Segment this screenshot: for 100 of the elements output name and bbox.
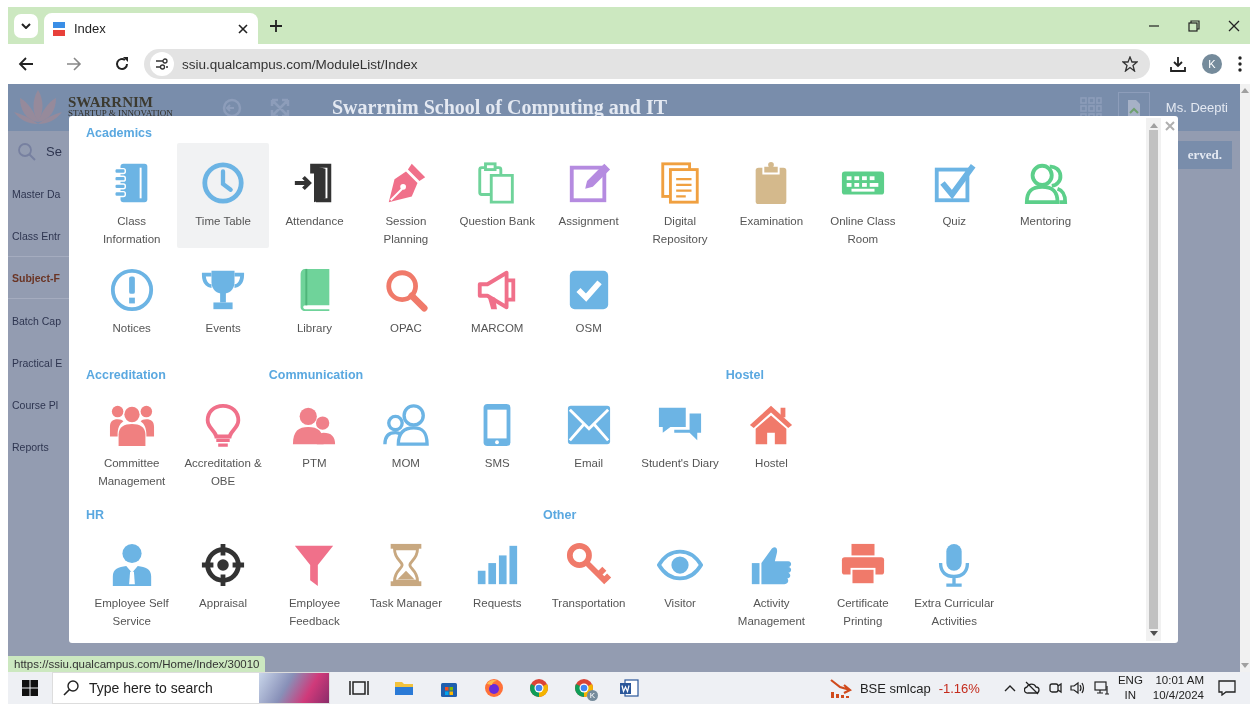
users-outline-icon bbox=[382, 402, 429, 448]
module-link[interactable]: Requests bbox=[451, 525, 543, 630]
cloud-off-icon[interactable] bbox=[1023, 681, 1040, 695]
language-indicator[interactable]: ENG bbox=[1117, 673, 1143, 688]
star-icon[interactable] bbox=[1122, 56, 1138, 72]
taskbar-search-field[interactable]: Type here to search bbox=[52, 672, 330, 704]
module-link[interactable]: Task Manager bbox=[360, 525, 452, 630]
tab-title: Index bbox=[74, 21, 107, 36]
sidebar-link[interactable]: Course Pl bbox=[8, 383, 69, 425]
sidebar-link[interactable]: Reports bbox=[8, 425, 69, 467]
module-link[interactable]: Assignment bbox=[542, 143, 635, 248]
profile-avatar[interactable]: K bbox=[1202, 54, 1222, 74]
favicon-icon bbox=[52, 20, 66, 37]
chrome-icon[interactable] bbox=[573, 678, 594, 698]
clock-time[interactable]: 10:01 AM bbox=[1155, 673, 1204, 688]
module-link[interactable]: Email bbox=[542, 385, 635, 485]
module-link[interactable]: Accreditation & OBE bbox=[177, 385, 269, 490]
module-link[interactable]: Employee Feedback bbox=[268, 525, 361, 630]
scroll-down-icon[interactable] bbox=[1149, 631, 1158, 637]
section-heading: Academics bbox=[86, 125, 153, 141]
site-settings-icon[interactable] bbox=[155, 58, 169, 70]
reload-icon[interactable] bbox=[114, 56, 130, 72]
module-link[interactable]: OSM bbox=[542, 250, 635, 350]
module-link[interactable]: Transportation bbox=[542, 525, 635, 630]
section-heading: Hostel bbox=[725, 367, 765, 383]
module-link[interactable]: Visitor bbox=[634, 525, 726, 630]
sidebar-link[interactable]: Master Da bbox=[8, 172, 69, 214]
module-link[interactable]: Time Table bbox=[177, 143, 269, 248]
trend-down-icon[interactable] bbox=[829, 678, 852, 698]
module-link[interactable]: MOM bbox=[360, 385, 452, 485]
module-link[interactable]: Certificate Printing bbox=[817, 525, 909, 630]
module-link[interactable]: Notices bbox=[86, 250, 178, 350]
more-menu-icon[interactable] bbox=[1238, 56, 1242, 72]
module-link[interactable]: Mentoring bbox=[999, 143, 1092, 248]
module-link[interactable]: Hostel bbox=[725, 385, 818, 485]
module-link[interactable]: Library bbox=[268, 250, 361, 350]
module-link[interactable]: Question Bank bbox=[451, 143, 543, 248]
chevron-up-icon[interactable] bbox=[1003, 684, 1016, 692]
back-circle-icon[interactable] bbox=[222, 97, 242, 118]
back-icon[interactable] bbox=[18, 56, 34, 72]
module-link[interactable]: Digital Repository bbox=[634, 143, 726, 248]
module-link[interactable]: Extra Curricular Activities bbox=[908, 525, 1000, 630]
caret-icon bbox=[21, 22, 31, 29]
module-link[interactable]: PTM bbox=[268, 385, 361, 485]
download-icon[interactable] bbox=[1170, 56, 1186, 72]
module-link[interactable]: Quiz bbox=[908, 143, 1000, 248]
module-link[interactable]: Committee Management bbox=[86, 385, 178, 490]
module-link[interactable]: Class Information bbox=[86, 143, 178, 248]
scrollbar[interactable] bbox=[1146, 118, 1161, 641]
apps-grid-icon[interactable] bbox=[1079, 96, 1102, 119]
module-link[interactable]: Examination bbox=[725, 143, 818, 248]
forward-icon[interactable] bbox=[66, 56, 82, 72]
clock-date[interactable]: 10/4/2024 bbox=[1152, 688, 1204, 703]
expand-icon[interactable] bbox=[270, 97, 290, 118]
windows-start-icon[interactable] bbox=[22, 680, 38, 696]
sidebar-link[interactable]: Batch Cap bbox=[8, 299, 69, 341]
address-bar[interactable]: ssiu.qualcampus.com/ModuleList/Index bbox=[144, 49, 1150, 79]
clock-icon bbox=[200, 160, 247, 206]
browser-tab[interactable]: Index bbox=[44, 13, 258, 44]
close-icon[interactable] bbox=[1228, 19, 1240, 32]
profile-badge: K bbox=[587, 690, 598, 701]
ticker-change: -1.16% bbox=[938, 680, 980, 696]
sidebar-link[interactable]: Practical E bbox=[8, 341, 69, 383]
network-icon[interactable] bbox=[1093, 681, 1110, 695]
section-heading: HR bbox=[86, 507, 106, 523]
module-link[interactable]: Events bbox=[177, 250, 269, 350]
word-icon[interactable] bbox=[618, 678, 639, 698]
logo-subtitle: STARTUP & INNOVATION bbox=[68, 107, 173, 119]
region-indicator[interactable]: IN bbox=[1124, 688, 1137, 703]
search-highlight-picture bbox=[259, 673, 329, 703]
section-heading: Communication bbox=[268, 367, 365, 383]
module-link[interactable]: OPAC bbox=[360, 250, 452, 350]
camera-icon[interactable] bbox=[1047, 680, 1062, 696]
fox-browser-icon[interactable] bbox=[483, 678, 504, 698]
logo-text: SWARRNIM bbox=[68, 96, 154, 108]
page-title: Swarrnim School of Computing and IT bbox=[332, 96, 669, 119]
chrome-icon[interactable] bbox=[528, 678, 549, 698]
restore-icon[interactable] bbox=[1188, 19, 1200, 32]
tab-list-button[interactable] bbox=[14, 13, 38, 38]
search-field[interactable]: Se bbox=[46, 144, 62, 159]
exclamation-icon bbox=[108, 267, 155, 313]
search-icon bbox=[63, 680, 79, 696]
search-icon bbox=[18, 142, 36, 161]
module-link[interactable]: Session Planning bbox=[360, 143, 452, 248]
close-icon[interactable] bbox=[238, 23, 248, 34]
plus-icon[interactable] bbox=[270, 19, 282, 32]
module-link[interactable]: SMS bbox=[451, 385, 543, 485]
module-link[interactable]: Employee Self Service bbox=[86, 525, 178, 630]
notification-icon[interactable] bbox=[1218, 680, 1236, 696]
module-link[interactable]: Online Class Room bbox=[817, 143, 909, 248]
ticker-name: BSE smlcap bbox=[859, 680, 931, 696]
module-link[interactable]: Activity Management bbox=[725, 525, 818, 630]
module-link[interactable]: Attendance bbox=[268, 143, 361, 248]
module-link[interactable]: MARCOM bbox=[451, 250, 543, 350]
module-link[interactable]: Appraisal bbox=[177, 525, 269, 630]
section-heading: Other bbox=[542, 507, 578, 523]
module-link[interactable]: Student's Diary bbox=[634, 385, 726, 485]
sidebar-link[interactable]: Class Entr bbox=[8, 214, 69, 256]
task-view-icon[interactable] bbox=[348, 678, 369, 698]
volume-icon[interactable] bbox=[1069, 681, 1086, 695]
